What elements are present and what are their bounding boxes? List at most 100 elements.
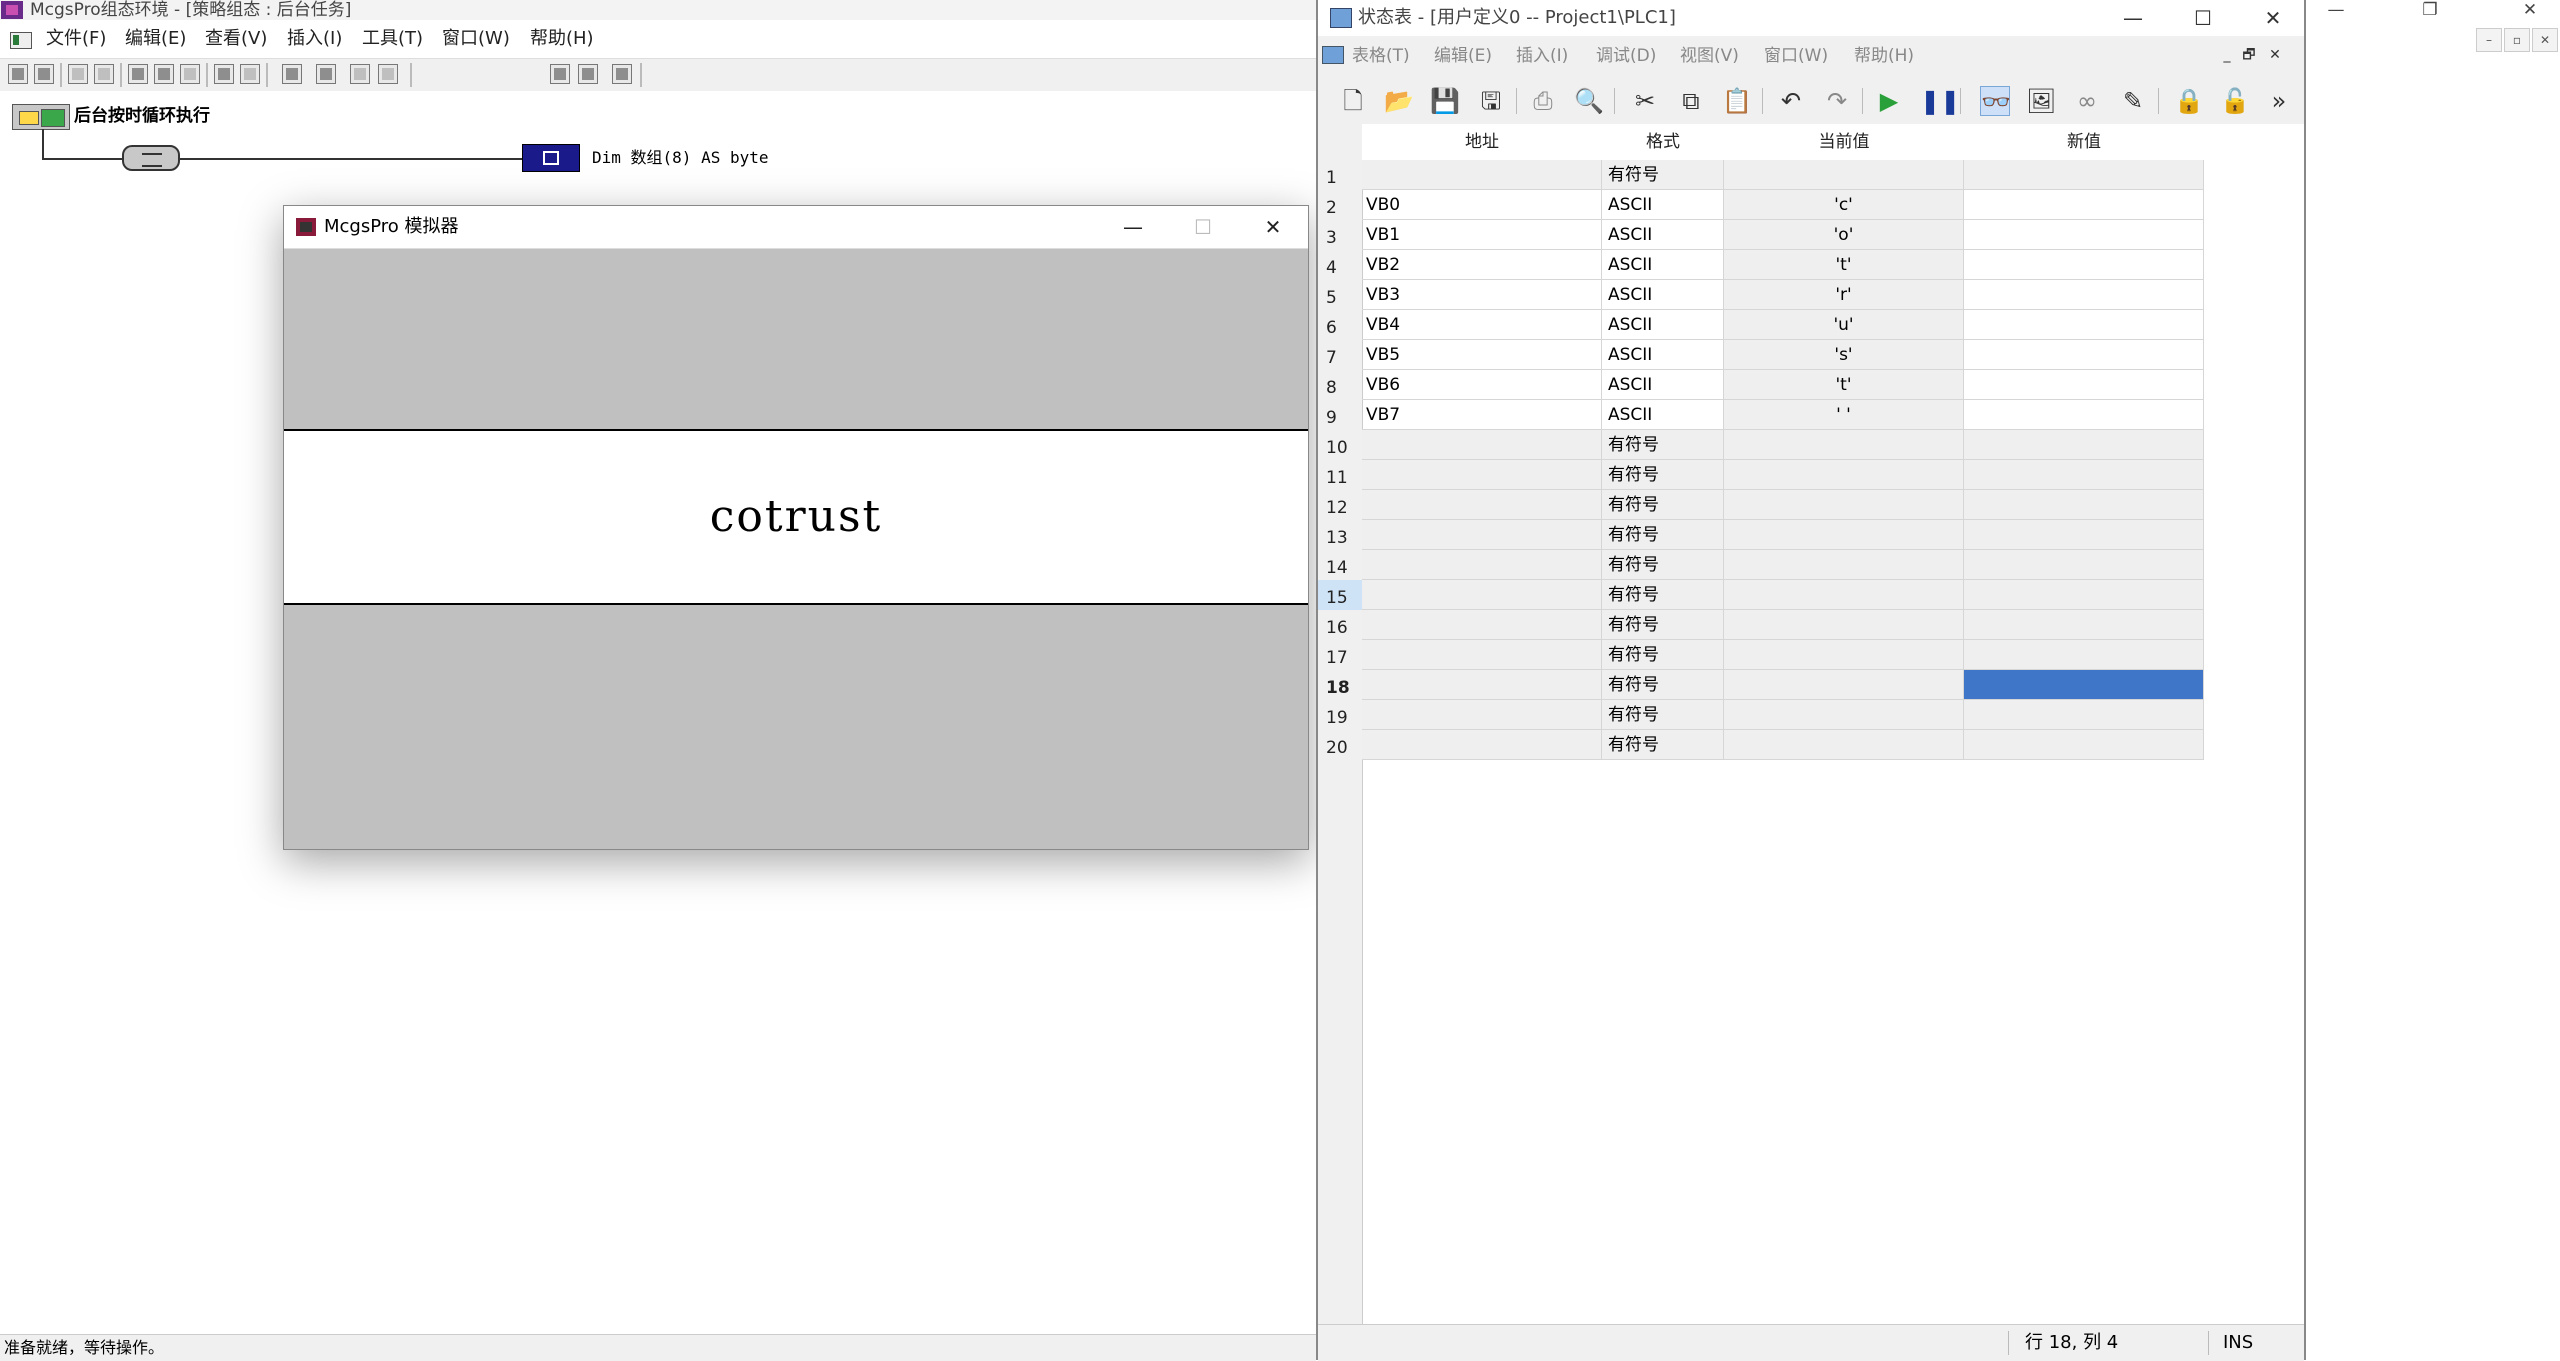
trend-icon[interactable]: 🖼: [2026, 86, 2056, 116]
cell-format[interactable]: 有符号: [1602, 490, 1724, 520]
cell-format[interactable]: 有符号: [1602, 610, 1724, 640]
cell-address[interactable]: VB2: [1362, 250, 1602, 280]
app-system-menu-icon[interactable]: [10, 32, 32, 49]
lock-icon[interactable]: 🔒: [2174, 86, 2204, 116]
simulator-close-button[interactable]: ✕: [1238, 206, 1308, 248]
stw-menu-help[interactable]: 帮助(H): [1854, 36, 1914, 76]
cell-format[interactable]: ASCII: [1602, 190, 1724, 220]
cell-address[interactable]: [1362, 640, 1602, 670]
cell-new-value[interactable]: [1964, 370, 2204, 400]
cell-format[interactable]: 有符号: [1602, 520, 1724, 550]
cell-address[interactable]: [1362, 160, 1602, 190]
cell-format[interactable]: 有符号: [1602, 550, 1724, 580]
status-table-system-menu-icon[interactable]: [1322, 46, 1344, 64]
cell-current-value[interactable]: [1724, 460, 1964, 490]
app-restore-button[interactable]: ❐: [2400, 0, 2460, 20]
row-number[interactable]: 10: [1318, 430, 1362, 460]
cut-icon[interactable]: ✂: [1630, 86, 1660, 116]
monitor-icon[interactable]: 👓: [1980, 86, 2011, 116]
redo-icon[interactable]: ↷: [1822, 86, 1852, 116]
simulator-title-bar[interactable]: McgsPro 模拟器 — ☐ ✕: [284, 206, 1308, 249]
cell-current-value[interactable]: [1724, 520, 1964, 550]
save-icon[interactable]: [34, 64, 54, 84]
cell-new-value[interactable]: [1964, 190, 2204, 220]
row-number[interactable]: 17: [1318, 640, 1362, 670]
cell-new-value[interactable]: [1964, 430, 2204, 460]
row-number[interactable]: 12: [1318, 490, 1362, 520]
save-all-icon[interactable]: 🖫: [1476, 86, 1506, 116]
menu-view[interactable]: 查看(V): [205, 20, 267, 58]
cell-format[interactable]: 有符号: [1602, 730, 1724, 760]
app-close-button[interactable]: ✕: [2500, 0, 2560, 20]
cell-address[interactable]: VB3: [1362, 280, 1602, 310]
cut-icon[interactable]: [128, 64, 148, 84]
cell-address[interactable]: VB5: [1362, 340, 1602, 370]
cell-current-value[interactable]: 'r': [1724, 280, 1964, 310]
cell-address[interactable]: [1362, 670, 1602, 700]
menu-window[interactable]: 窗口(W): [442, 20, 510, 58]
menu-help[interactable]: 帮助(H): [530, 20, 594, 58]
paste-icon[interactable]: [180, 64, 200, 84]
column-header-new-value[interactable]: 新值: [1964, 124, 2204, 160]
cell-new-value[interactable]: [1964, 670, 2204, 700]
condition-node-icon[interactable]: [122, 145, 180, 171]
copy-icon[interactable]: [154, 64, 174, 84]
cell-current-value[interactable]: 'c': [1724, 190, 1964, 220]
row-number[interactable]: 18: [1318, 670, 1362, 700]
open-icon[interactable]: 📂: [1384, 86, 1414, 116]
cell-current-value[interactable]: 's': [1724, 340, 1964, 370]
new-icon[interactable]: 🗋: [1338, 86, 1368, 116]
new-window-icon[interactable]: [8, 64, 28, 84]
cell-address[interactable]: [1362, 730, 1602, 760]
strategy-row-icon[interactable]: [12, 104, 70, 130]
row-number[interactable]: 2: [1318, 190, 1362, 220]
cell-format[interactable]: ASCII: [1602, 370, 1724, 400]
menu-file[interactable]: 文件(F): [46, 20, 106, 58]
row-number[interactable]: 16: [1318, 610, 1362, 640]
column-header-format[interactable]: 格式: [1602, 124, 1724, 160]
paste-icon[interactable]: 📋: [1722, 86, 1752, 116]
cell-format[interactable]: 有符号: [1602, 670, 1724, 700]
check-icon[interactable]: [550, 64, 570, 84]
cell-new-value[interactable]: [1964, 400, 2204, 430]
simulator-minimize-button[interactable]: —: [1098, 206, 1168, 248]
stw-menu-edit[interactable]: 编辑(E): [1434, 36, 1492, 76]
mdi-close-icon[interactable]: ✕: [2532, 28, 2558, 52]
column-header-current-value[interactable]: 当前值: [1724, 124, 1964, 160]
pause-icon[interactable]: ❚❚: [1920, 86, 1960, 116]
cell-current-value[interactable]: [1724, 700, 1964, 730]
row-number[interactable]: 4: [1318, 250, 1362, 280]
menu-tools[interactable]: 工具(T): [362, 20, 423, 58]
row-number[interactable]: 20: [1318, 730, 1362, 760]
cell-new-value[interactable]: [1964, 280, 2204, 310]
cell-format[interactable]: ASCII: [1602, 340, 1724, 370]
status-table-maximize-button[interactable]: ☐: [2168, 0, 2238, 36]
row-number[interactable]: 14: [1318, 550, 1362, 580]
print-icon[interactable]: [68, 64, 88, 84]
script-block-icon[interactable]: [522, 144, 580, 172]
cell-new-value[interactable]: [1964, 700, 2204, 730]
cell-current-value[interactable]: [1724, 550, 1964, 580]
print-preview-icon[interactable]: 🔍: [1574, 86, 1604, 116]
row-number[interactable]: 8: [1318, 370, 1362, 400]
stw-menu-insert[interactable]: 插入(I): [1516, 36, 1568, 76]
menu-insert[interactable]: 插入(I): [287, 20, 342, 58]
add-condition-icon[interactable]: [316, 64, 336, 84]
cell-address[interactable]: VB6: [1362, 370, 1602, 400]
cell-format[interactable]: 有符号: [1602, 640, 1724, 670]
cell-address[interactable]: [1362, 460, 1602, 490]
cell-address[interactable]: [1362, 430, 1602, 460]
cell-format[interactable]: 有符号: [1602, 580, 1724, 610]
row-number[interactable]: 3: [1318, 220, 1362, 250]
cell-new-value[interactable]: [1964, 550, 2204, 580]
cell-current-value[interactable]: ' ': [1724, 400, 1964, 430]
write-icon[interactable]: ✎: [2118, 86, 2148, 116]
menu-edit[interactable]: 编辑(E): [125, 20, 186, 58]
cell-address[interactable]: [1362, 700, 1602, 730]
cell-current-value[interactable]: [1724, 580, 1964, 610]
cell-new-value[interactable]: [1964, 610, 2204, 640]
row-number[interactable]: 6: [1318, 310, 1362, 340]
cell-current-value[interactable]: [1724, 640, 1964, 670]
cell-new-value[interactable]: [1964, 490, 2204, 520]
column-header-address[interactable]: 地址: [1362, 124, 1602, 160]
